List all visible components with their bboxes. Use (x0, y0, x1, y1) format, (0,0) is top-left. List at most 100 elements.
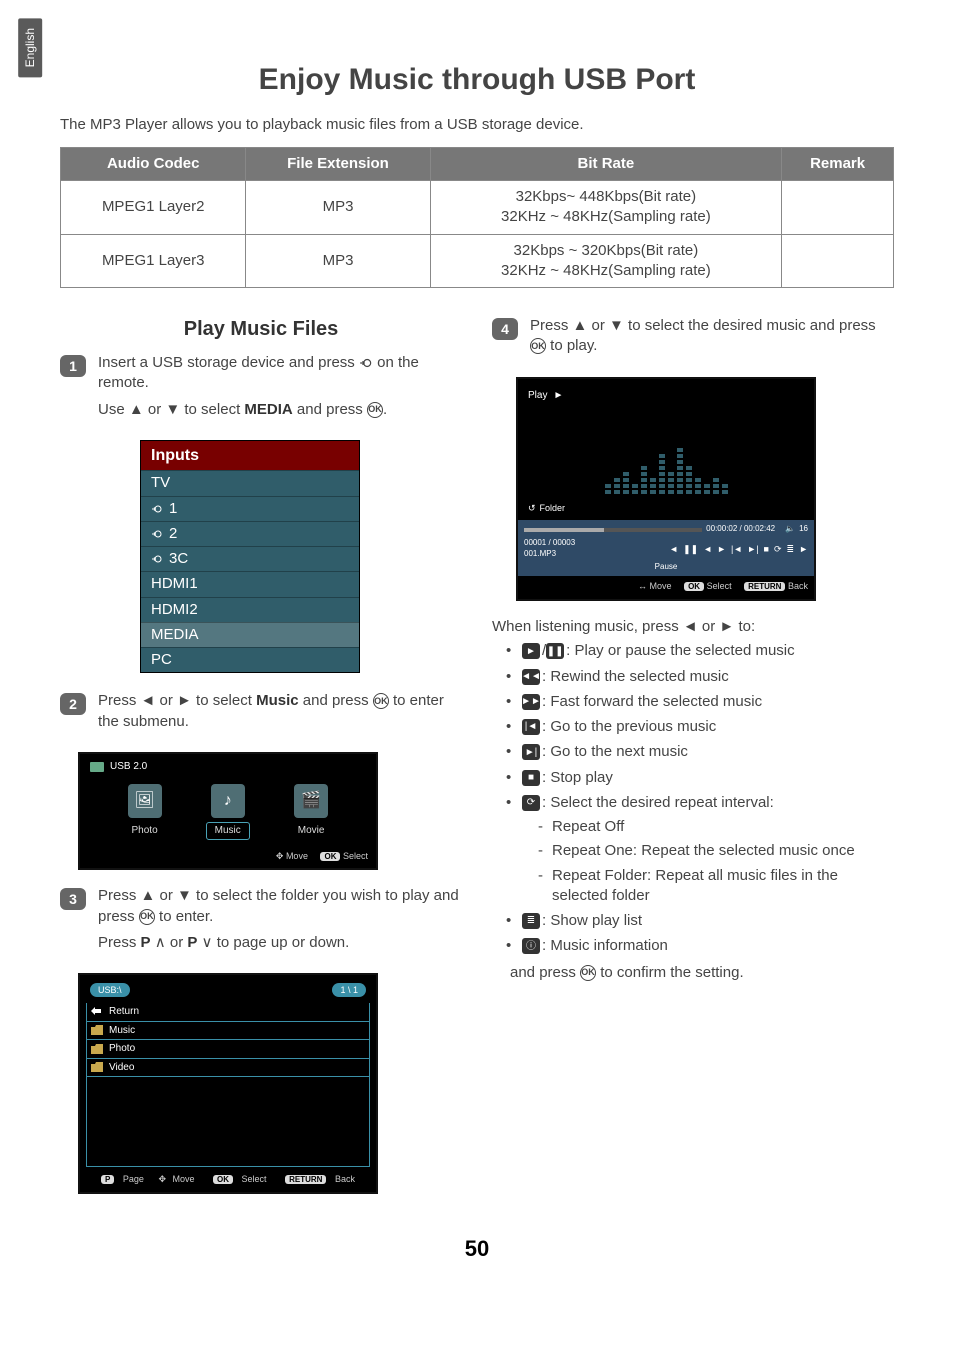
text-bold: MEDIA (244, 401, 292, 418)
action-ff: ►►: Fast forward the selected music (510, 692, 894, 712)
ctrl-play-icon[interactable]: ► (717, 543, 726, 555)
text: : Stop play (542, 769, 613, 786)
hint-select: Select (707, 581, 732, 591)
ctrl-repeat-icon[interactable]: ⟳ (774, 543, 782, 555)
photo-icon: 🖼 (128, 784, 162, 818)
step-1: 1 Insert a USB storage device and press … (60, 353, 462, 426)
play-osd-controlbar: 00:00:02 / 00:02:42 🔈 16 00001 / 00003 0… (518, 520, 814, 576)
av-icon (151, 553, 163, 565)
folder-osd-hints: P Page ✥ Move OK Select RETURN Back (86, 1167, 370, 1186)
repeat-folder: Repeat Folder: Repeat all music files in… (540, 866, 894, 907)
folder-page-indicator: 1 \ 1 (332, 983, 366, 997)
progress-track[interactable] (524, 528, 702, 532)
folder-icon (91, 1044, 103, 1054)
movie-icon: 🎬 (294, 784, 328, 818)
play-filename: 001.MP3 (524, 549, 575, 560)
ok-key-icon: OK (684, 582, 704, 591)
ok-icon: OK (367, 402, 383, 418)
action-rewind: ◄◄: Rewind the selected music (510, 667, 894, 687)
folder-icon (91, 1062, 103, 1072)
cell-ext: MP3 (246, 234, 430, 288)
ctrl-next-icon[interactable]: ►| (747, 543, 758, 555)
text: 2 (169, 524, 177, 544)
folder-blank-area (86, 1077, 370, 1167)
speaker-icon: 🔈 (785, 524, 795, 535)
media-tile-movie[interactable]: 🎬 Movie (290, 784, 333, 840)
media-tile-music[interactable]: ♪ Music (206, 784, 250, 840)
hint-move: Move (173, 1174, 195, 1184)
right-column: 4 Press ▲ or ▼ to select the desired mus… (492, 316, 894, 1210)
ctrl-ff-icon[interactable]: ► (799, 543, 808, 555)
ctrl-stop-icon[interactable]: ■ (764, 543, 769, 555)
text: : Rewind the selected music (542, 668, 729, 685)
cell-codec: MPEG1 Layer3 (61, 234, 246, 288)
text: Press (98, 934, 141, 951)
inputs-item-av2[interactable]: 2 (141, 521, 359, 546)
inputs-item-hdmi1[interactable]: HDMI1 (141, 571, 359, 596)
language-tab: English (18, 18, 42, 77)
ok-icon: OK (580, 965, 596, 981)
inputs-item-media[interactable]: MEDIA (141, 622, 359, 647)
step-number-4: 4 (492, 318, 518, 340)
nav-right-icon[interactable]: ► (358, 719, 370, 735)
text: Video (109, 1061, 134, 1075)
inputs-item-hdmi2[interactable]: HDMI2 (141, 597, 359, 622)
action-playlist: ≣: Show play list (510, 911, 894, 931)
action-next: ►|: Go to the next music (510, 742, 894, 762)
repeat-one: Repeat One: Repeat the selected music on… (540, 841, 894, 861)
ctrl-rw-icon[interactable]: ◄ (703, 543, 712, 555)
source-icon (359, 356, 373, 370)
ok-icon: OK (139, 909, 155, 925)
fast-forward-icon: ►► (522, 694, 540, 710)
ctrl-rewind-icon[interactable]: ◄ (669, 543, 678, 555)
step-4: 4 Press ▲ or ▼ to select the desired mus… (492, 316, 894, 363)
ok-icon: OK (373, 693, 389, 709)
step-3: 3 Press ▲ or ▼ to select the folder you … (60, 886, 462, 959)
movie-label: Movie (290, 822, 333, 840)
ctrl-list-icon[interactable]: ≣ (787, 543, 795, 555)
pause-label: Pause (524, 560, 808, 573)
th-ext: File Extension (246, 147, 430, 180)
text: Insert a USB storage device and press (98, 354, 359, 371)
step-1-text-b: Use ▲ or ▼ to select MEDIA and press OK. (98, 400, 462, 420)
step-4-text: Press ▲ or ▼ to select the desired music… (530, 316, 894, 357)
inputs-item-pc[interactable]: PC (141, 647, 359, 672)
th-bitrate: Bit Rate (430, 147, 782, 180)
nav-left-icon[interactable]: ◄ (86, 719, 98, 735)
folder-row-return[interactable]: Return (86, 1003, 370, 1022)
inputs-item-tv[interactable]: TV (141, 470, 359, 495)
media-tile-photo[interactable]: 🖼 Photo (124, 784, 166, 840)
ok-icon: OK (530, 338, 546, 354)
playback-osd: Play ► (516, 377, 816, 602)
inputs-osd-title: Inputs (141, 441, 359, 471)
confirm-text: and press OK to confirm the setting. (510, 963, 894, 983)
folder-list-osd: USB:\ 1 \ 1 Return Music Photo Vid (78, 973, 378, 1194)
inputs-item-av3c[interactable]: 3C (141, 546, 359, 571)
hint-back: Back (788, 581, 808, 591)
play-icon: ► (553, 389, 563, 403)
actions-list: ►/❚❚: Play or pause the selected music ◄… (492, 641, 894, 956)
hint-move: Move (286, 851, 308, 861)
text: : Fast forward the selected music (542, 693, 762, 710)
text: Use ▲ or ▼ to select (98, 401, 244, 418)
inputs-item-av1[interactable]: 1 (141, 496, 359, 521)
step-number-3: 3 (60, 888, 86, 910)
repeat-icon: ⟳ (522, 795, 540, 811)
page-title: Enjoy Music through USB Port (60, 60, 894, 101)
rewind-icon: ◄◄ (522, 669, 540, 685)
cell-remark (782, 181, 894, 235)
text-bold: P (141, 934, 151, 951)
ctrl-pause-icon[interactable]: ❚❚ (683, 543, 698, 555)
step-2-text: Press ◄ or ► to select Music and press O… (98, 691, 462, 732)
ctrl-prev-icon[interactable]: |◄ (731, 543, 742, 555)
text: : Select the desired repeat interval: (542, 794, 774, 811)
media-browser-osd: USB 2.0 ◄ ► 🖼 Photo ♪ Music (78, 752, 378, 870)
folder-row-video[interactable]: Video (86, 1059, 370, 1078)
text: : Go to the next music (542, 743, 688, 760)
music-label: Music (206, 822, 250, 840)
hint-select: Select (242, 1174, 267, 1184)
folder-row-music[interactable]: Music (86, 1022, 370, 1041)
photo-label: Photo (124, 822, 166, 840)
folder-row-photo[interactable]: Photo (86, 1040, 370, 1059)
cell-remark (782, 234, 894, 288)
